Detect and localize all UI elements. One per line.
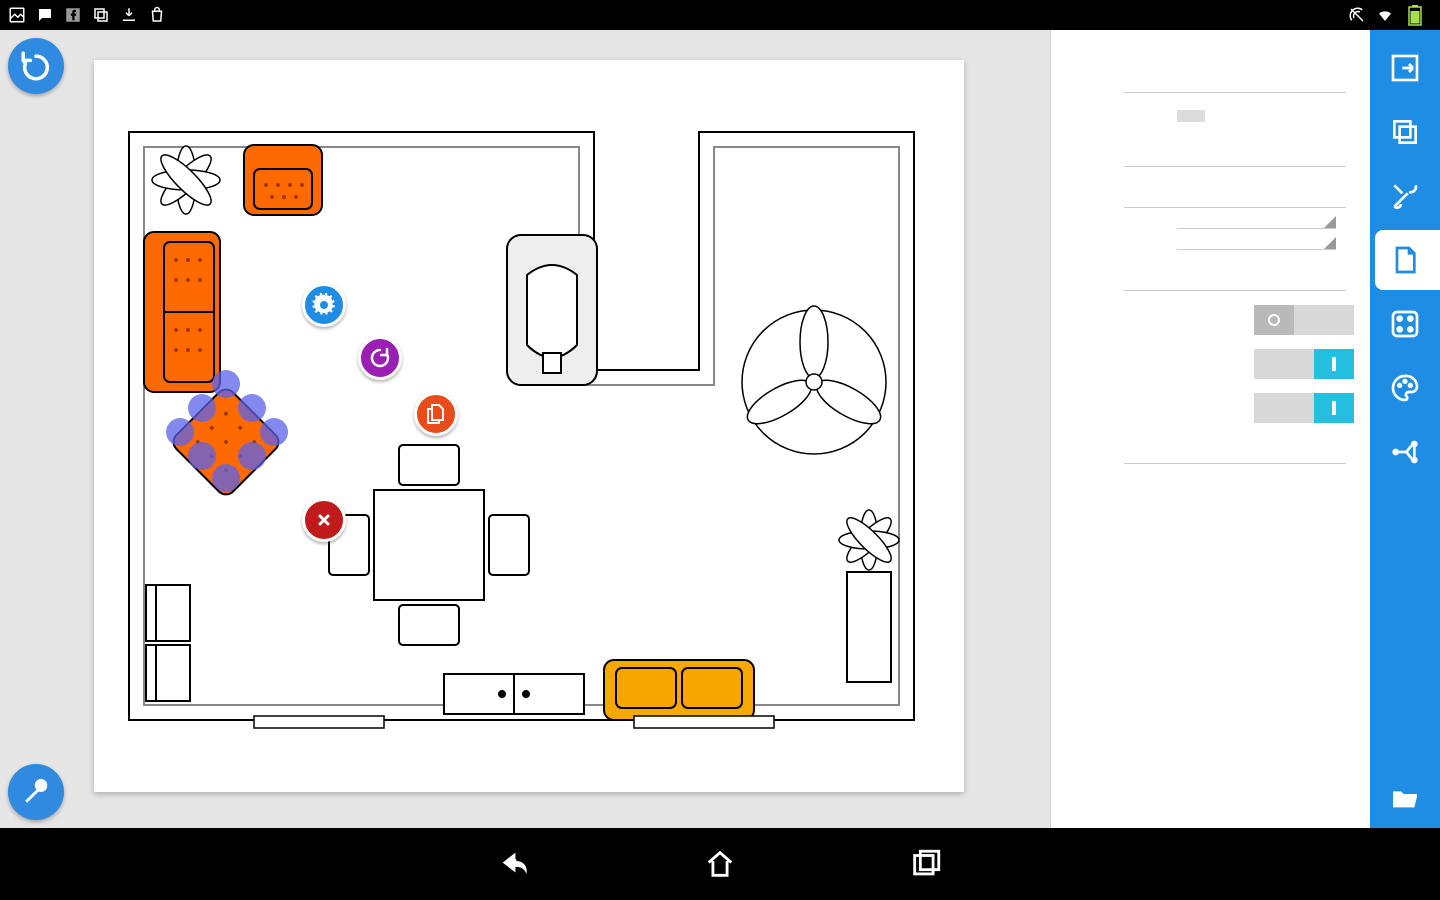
- show-grid-switch[interactable]: [1254, 305, 1354, 335]
- width-input[interactable]: [1124, 140, 1346, 167]
- battery-status: [1404, 4, 1422, 26]
- scale-input[interactable]: [1124, 264, 1346, 291]
- toolbar-page-button[interactable]: [1375, 230, 1440, 290]
- properties-panel: [1050, 30, 1370, 828]
- object-copy-button[interactable]: [414, 392, 458, 436]
- selection-handle[interactable]: [238, 442, 266, 470]
- selection-handle[interactable]: [212, 464, 240, 492]
- canvas-area[interactable]: [0, 30, 1050, 828]
- object-settings-button[interactable]: [302, 283, 346, 327]
- tv-unit: [507, 235, 597, 385]
- object-rotate-button[interactable]: [358, 336, 402, 380]
- dining-table: [329, 445, 529, 645]
- selection-handle[interactable]: [260, 418, 288, 446]
- right-toolbar: [1370, 30, 1440, 828]
- orientation-dropdown[interactable]: [1177, 222, 1336, 229]
- selection-handle[interactable]: [212, 370, 240, 398]
- nav-home-button[interactable]: [697, 841, 743, 887]
- nav-recent-button[interactable]: [903, 841, 949, 887]
- plant-top-left: [152, 146, 220, 214]
- selection-handle[interactable]: [238, 394, 266, 422]
- wifi-icon: [1376, 6, 1394, 24]
- android-status-bar: [0, 0, 1440, 30]
- toolbar-connector-button[interactable]: [1375, 422, 1435, 482]
- size-value-chip[interactable]: [1177, 110, 1205, 122]
- copy-icon: [92, 6, 110, 24]
- loveseat-yellow: [604, 660, 754, 720]
- battery-icon: [1408, 4, 1422, 26]
- wall-openings: [254, 716, 774, 728]
- gallery-icon: [8, 6, 26, 24]
- toolbar-tools-button[interactable]: [1375, 166, 1435, 226]
- toolbar-export-button[interactable]: [1375, 38, 1435, 98]
- chat-icon: [36, 6, 54, 24]
- selection-handle[interactable]: [166, 418, 194, 446]
- toolbar-palette-button[interactable]: [1375, 358, 1435, 418]
- selection-handle[interactable]: [188, 442, 216, 470]
- android-nav-bar: [0, 828, 1440, 900]
- snap-grid-switch[interactable]: [1254, 349, 1354, 379]
- wrench-button[interactable]: [8, 764, 64, 820]
- armchair-orange: [244, 145, 322, 215]
- drawing-paper[interactable]: [94, 60, 964, 792]
- height-input[interactable]: [1124, 181, 1346, 208]
- shopping-icon: [148, 6, 166, 24]
- toolbar-open-button[interactable]: [1375, 768, 1435, 828]
- spacing-input[interactable]: [1124, 437, 1346, 464]
- download-icon: [120, 6, 138, 24]
- sideboard: [444, 674, 584, 714]
- name-input[interactable]: [1124, 66, 1346, 93]
- ceiling-fan: [741, 306, 887, 454]
- undo-button[interactable]: [8, 38, 64, 94]
- nav-back-button[interactable]: [491, 841, 537, 887]
- facebook-icon: [64, 6, 82, 24]
- toolbar-shapes-button[interactable]: [1375, 294, 1435, 354]
- vibrate-icon: [1348, 6, 1366, 24]
- units-dropdown[interactable]: [1177, 243, 1336, 250]
- selection-handle[interactable]: [188, 394, 216, 422]
- toolbar-copy-button[interactable]: [1375, 102, 1435, 162]
- bookshelf-pair: [146, 585, 190, 701]
- sofa-orange: [144, 232, 220, 392]
- snap-obj-switch[interactable]: [1254, 393, 1354, 423]
- plant-right: [839, 510, 899, 682]
- object-delete-button[interactable]: [302, 498, 346, 542]
